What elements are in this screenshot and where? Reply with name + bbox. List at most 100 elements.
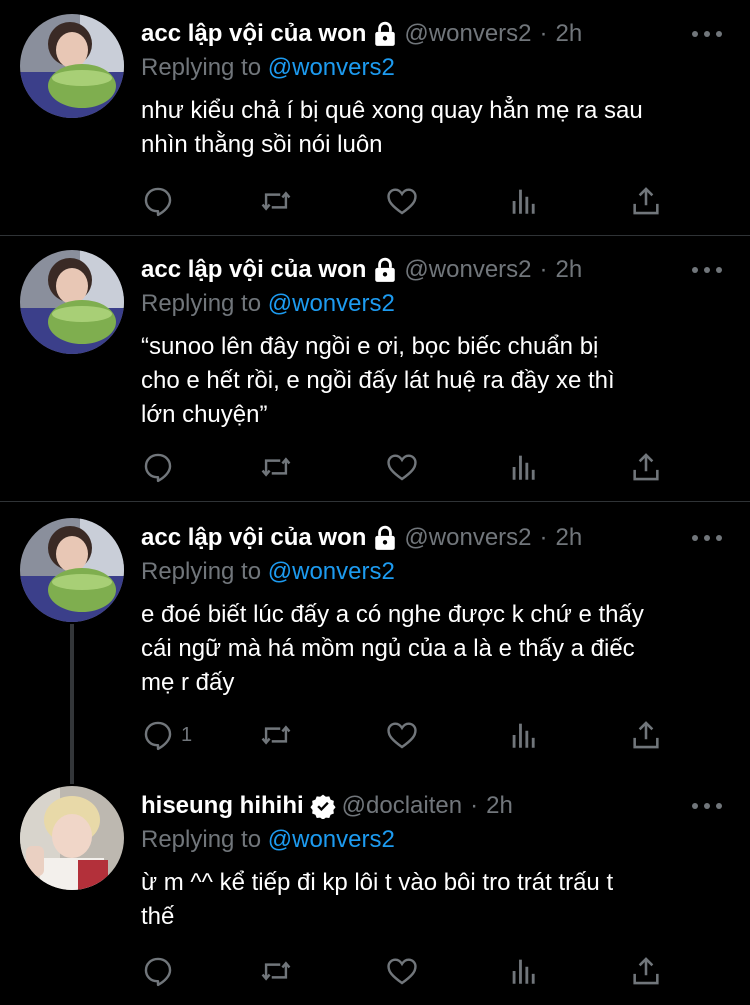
avatar-image	[20, 250, 124, 354]
retweet-icon	[261, 457, 291, 477]
tweet-text-line: lớn chuyện”	[141, 401, 268, 428]
retweet-icon	[261, 191, 291, 211]
analytics-button[interactable]	[507, 450, 541, 484]
tweet-text-line: ừ m ^^ kể tiếp đi kp lôi t vào bôi tro t…	[141, 869, 614, 896]
tweet-text: e đoé biết lúc đấy a có nghe được k chứ …	[141, 598, 731, 700]
like-icon	[387, 454, 417, 481]
share-icon	[633, 453, 659, 481]
replying-to: Replying to @wonvers2	[141, 558, 395, 586]
display-name[interactable]: acc lập vội của won	[141, 524, 366, 552]
display-name[interactable]: hiseung hihihi	[141, 792, 304, 820]
share-button[interactable]	[629, 718, 663, 752]
avatar[interactable]	[20, 14, 124, 118]
timestamp[interactable]: 2h	[556, 524, 583, 552]
avatar[interactable]	[20, 518, 124, 622]
analytics-icon	[512, 959, 535, 984]
tweet-text-line: nhìn thằng sồi nói luôn	[141, 131, 383, 158]
action-bar	[141, 184, 681, 218]
analytics-icon	[512, 189, 535, 214]
verified-icon	[310, 793, 336, 819]
share-button[interactable]	[629, 954, 663, 988]
replying-to: Replying to @wonvers2	[141, 54, 395, 82]
analytics-button[interactable]	[507, 954, 541, 988]
replying-to: Replying to @wonvers2	[141, 826, 395, 854]
reply-button[interactable]	[141, 450, 181, 484]
tweet-1[interactable]: acc lập vội của won @wonvers2 · 2h Reply…	[0, 0, 750, 235]
retweet-button[interactable]	[259, 450, 293, 484]
tweet-text: “sunoo lên đây ngồi e ơi, bọc biếc chuẩn…	[141, 330, 731, 432]
handle[interactable]: @wonvers2	[404, 20, 531, 48]
mention-link[interactable]: @wonvers2	[268, 826, 395, 853]
separator: ·	[539, 20, 548, 47]
handle[interactable]: @doclaiten	[342, 792, 462, 820]
tweet-text-line: “sunoo lên đây ngồi e ơi, bọc biếc chuẩn…	[141, 333, 599, 360]
like-button[interactable]	[385, 450, 419, 484]
more-icon[interactable]	[692, 796, 722, 816]
tweet-text-line: cái ngữ mà há mồm ngủ của a là e thấy a …	[141, 635, 635, 662]
replying-to: Replying to @wonvers2	[141, 290, 395, 318]
tweet-4[interactable]: hiseung hihihi @doclaiten · 2h Replying …	[0, 770, 750, 1005]
timestamp[interactable]: 2h	[556, 256, 583, 284]
display-name[interactable]: acc lập vội của won	[141, 256, 366, 284]
tweet-text-line: mẹ r đấy	[141, 669, 235, 696]
tweet-text: như kiểu chả í bị quê xong quay hẳn mẹ r…	[141, 94, 731, 162]
retweet-button[interactable]	[259, 184, 293, 218]
retweet-button[interactable]	[259, 718, 293, 752]
action-bar: 1	[141, 718, 681, 752]
tweet-text: ừ m ^^ kể tiếp đi kp lôi t vào bôi tro t…	[141, 866, 731, 934]
share-icon	[633, 957, 659, 985]
timestamp[interactable]: 2h	[556, 20, 583, 48]
reply-icon	[144, 453, 172, 483]
like-button[interactable]	[385, 184, 419, 218]
replying-prefix: Replying to	[141, 54, 262, 81]
tweet-text-line: như kiểu chả í bị quê xong quay hẳn mẹ r…	[141, 97, 643, 124]
separator: ·	[539, 524, 548, 551]
lock-icon	[372, 21, 398, 47]
avatar-image	[20, 14, 124, 118]
retweet-button[interactable]	[259, 954, 293, 988]
mention-link[interactable]: @wonvers2	[268, 290, 395, 317]
retweet-icon	[261, 961, 291, 981]
handle[interactable]: @wonvers2	[404, 256, 531, 284]
timestamp[interactable]: 2h	[486, 792, 513, 820]
reply-button[interactable]	[141, 954, 181, 988]
tweet-text-line: thế	[141, 903, 175, 930]
analytics-button[interactable]	[507, 718, 541, 752]
share-button[interactable]	[629, 184, 663, 218]
action-bar	[141, 450, 681, 484]
more-icon[interactable]	[692, 260, 722, 280]
replying-prefix: Replying to	[141, 290, 262, 317]
like-button[interactable]	[385, 954, 419, 988]
share-button[interactable]	[629, 450, 663, 484]
avatar[interactable]	[20, 250, 124, 354]
like-icon	[387, 958, 417, 985]
display-name[interactable]: acc lập vội của won	[141, 20, 366, 48]
mention-link[interactable]: @wonvers2	[268, 558, 395, 585]
share-icon	[633, 721, 659, 749]
more-icon[interactable]	[692, 24, 722, 44]
separator: ·	[539, 256, 548, 283]
tweet-2[interactable]: acc lập vội của won @wonvers2 · 2h Reply…	[0, 236, 750, 501]
avatar[interactable]	[20, 786, 124, 890]
separator: ·	[470, 792, 479, 819]
tweet-text-line: e đoé biết lúc đấy a có nghe được k chứ …	[141, 601, 644, 628]
lock-icon	[372, 525, 398, 551]
more-icon[interactable]	[692, 528, 722, 548]
analytics-button[interactable]	[507, 184, 541, 218]
like-button[interactable]	[385, 718, 419, 752]
mention-link[interactable]: @wonvers2	[268, 54, 395, 81]
tweet-3[interactable]: acc lập vội của won @wonvers2 · 2h Reply…	[0, 502, 750, 770]
reply-icon	[144, 721, 172, 751]
reply-button[interactable]	[141, 184, 181, 218]
share-icon	[633, 187, 659, 215]
handle[interactable]: @wonvers2	[404, 524, 531, 552]
avatar-image	[20, 518, 124, 622]
replying-prefix: Replying to	[141, 558, 262, 585]
action-bar	[141, 954, 681, 988]
reply-button[interactable]: 1	[141, 718, 192, 752]
lock-icon	[372, 257, 398, 283]
tweet-text-line: cho e hết rồi, e ngồi đấy lát huệ ra đầy…	[141, 367, 615, 394]
reply-count: 1	[181, 723, 193, 746]
reply-icon	[144, 957, 172, 987]
reply-icon	[144, 187, 172, 217]
